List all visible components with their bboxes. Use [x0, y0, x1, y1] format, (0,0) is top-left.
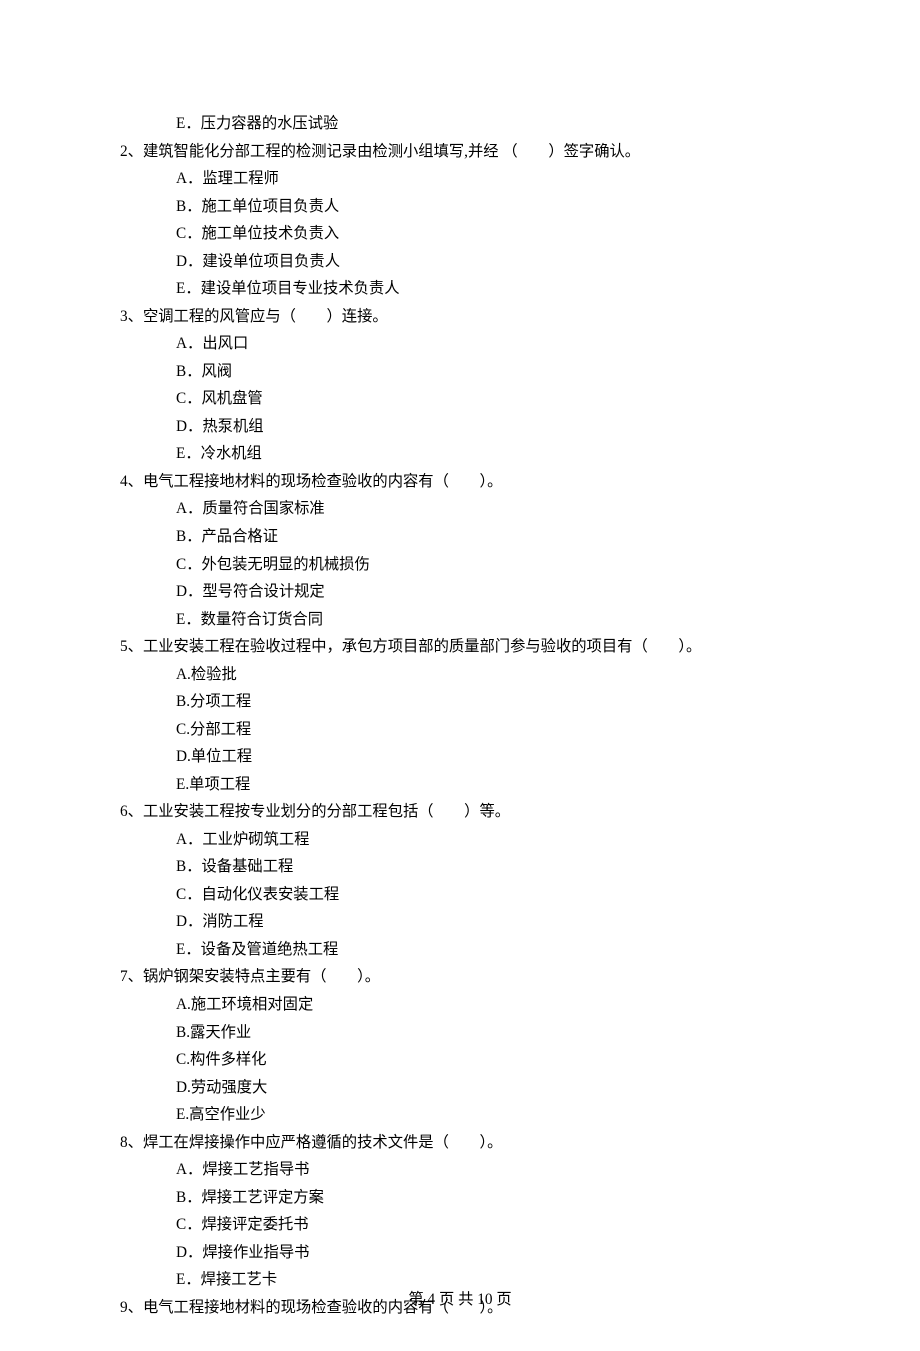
q3-option-d: D．热泵机组: [120, 413, 800, 441]
q7-option-e: E.高空作业少: [120, 1101, 800, 1129]
q3-option-b: B．风阀: [120, 358, 800, 386]
q5-option-d: D.单位工程: [120, 743, 800, 771]
q7-option-a: A.施工环境相对固定: [120, 991, 800, 1019]
q7-option-b: B.露天作业: [120, 1019, 800, 1047]
q2-option-a: A．监理工程师: [120, 165, 800, 193]
q2-option-c: C．施工单位技术负责入: [120, 220, 800, 248]
page-number-footer: 第 4 页 共 10 页: [0, 1286, 920, 1314]
q4-option-c: C．外包装无明显的机械损伤: [120, 551, 800, 579]
q2-option-d: D．建设单位项目负责人: [120, 248, 800, 276]
q3-option-a: A．出风口: [120, 330, 800, 358]
q8-option-a: A．焊接工艺指导书: [120, 1156, 800, 1184]
q8-option-b: B．焊接工艺评定方案: [120, 1184, 800, 1212]
q6-stem: 6、工业安装工程按专业划分的分部工程包括（ ）等。: [120, 798, 800, 826]
q1-option-e: E．压力容器的水压试验: [120, 110, 800, 138]
q6-option-b: B．设备基础工程: [120, 853, 800, 881]
q8-option-d: D．焊接作业指导书: [120, 1239, 800, 1267]
q4-option-e: E．数量符合订货合同: [120, 606, 800, 634]
q5-stem: 5、工业安装工程在验收过程中，承包方项目部的质量部门参与验收的项目有（ ）。: [120, 633, 800, 661]
q8-option-c: C．焊接评定委托书: [120, 1211, 800, 1239]
q3-option-e: E．冷水机组: [120, 440, 800, 468]
q6-option-e: E．设备及管道绝热工程: [120, 936, 800, 964]
q5-option-e: E.单项工程: [120, 771, 800, 799]
document-page: E．压力容器的水压试验 2、建筑智能化分部工程的检测记录由检测小组填写,并经 （…: [0, 0, 920, 1351]
q6-option-c: C．自动化仪表安装工程: [120, 881, 800, 909]
q4-option-d: D．型号符合设计规定: [120, 578, 800, 606]
q2-option-e: E．建设单位项目专业技术负责人: [120, 275, 800, 303]
q8-stem: 8、焊工在焊接操作中应严格遵循的技术文件是（ ）。: [120, 1129, 800, 1157]
q6-option-a: A．工业炉砌筑工程: [120, 826, 800, 854]
q3-stem: 3、空调工程的风管应与（ ）连接。: [120, 303, 800, 331]
q7-option-c: C.构件多样化: [120, 1046, 800, 1074]
q3-option-c: C．风机盘管: [120, 385, 800, 413]
q4-stem: 4、电气工程接地材料的现场检查验收的内容有（ ）。: [120, 468, 800, 496]
q5-option-b: B.分项工程: [120, 688, 800, 716]
q7-option-d: D.劳动强度大: [120, 1074, 800, 1102]
q6-option-d: D．消防工程: [120, 908, 800, 936]
q4-option-b: B．产品合格证: [120, 523, 800, 551]
q7-stem: 7、锅炉钢架安装特点主要有（ ）。: [120, 963, 800, 991]
q5-option-a: A.检验批: [120, 661, 800, 689]
q4-option-a: A．质量符合国家标准: [120, 495, 800, 523]
q2-stem: 2、建筑智能化分部工程的检测记录由检测小组填写,并经 （ ）签字确认。: [120, 138, 800, 166]
q5-option-c: C.分部工程: [120, 716, 800, 744]
q2-option-b: B．施工单位项目负责人: [120, 193, 800, 221]
